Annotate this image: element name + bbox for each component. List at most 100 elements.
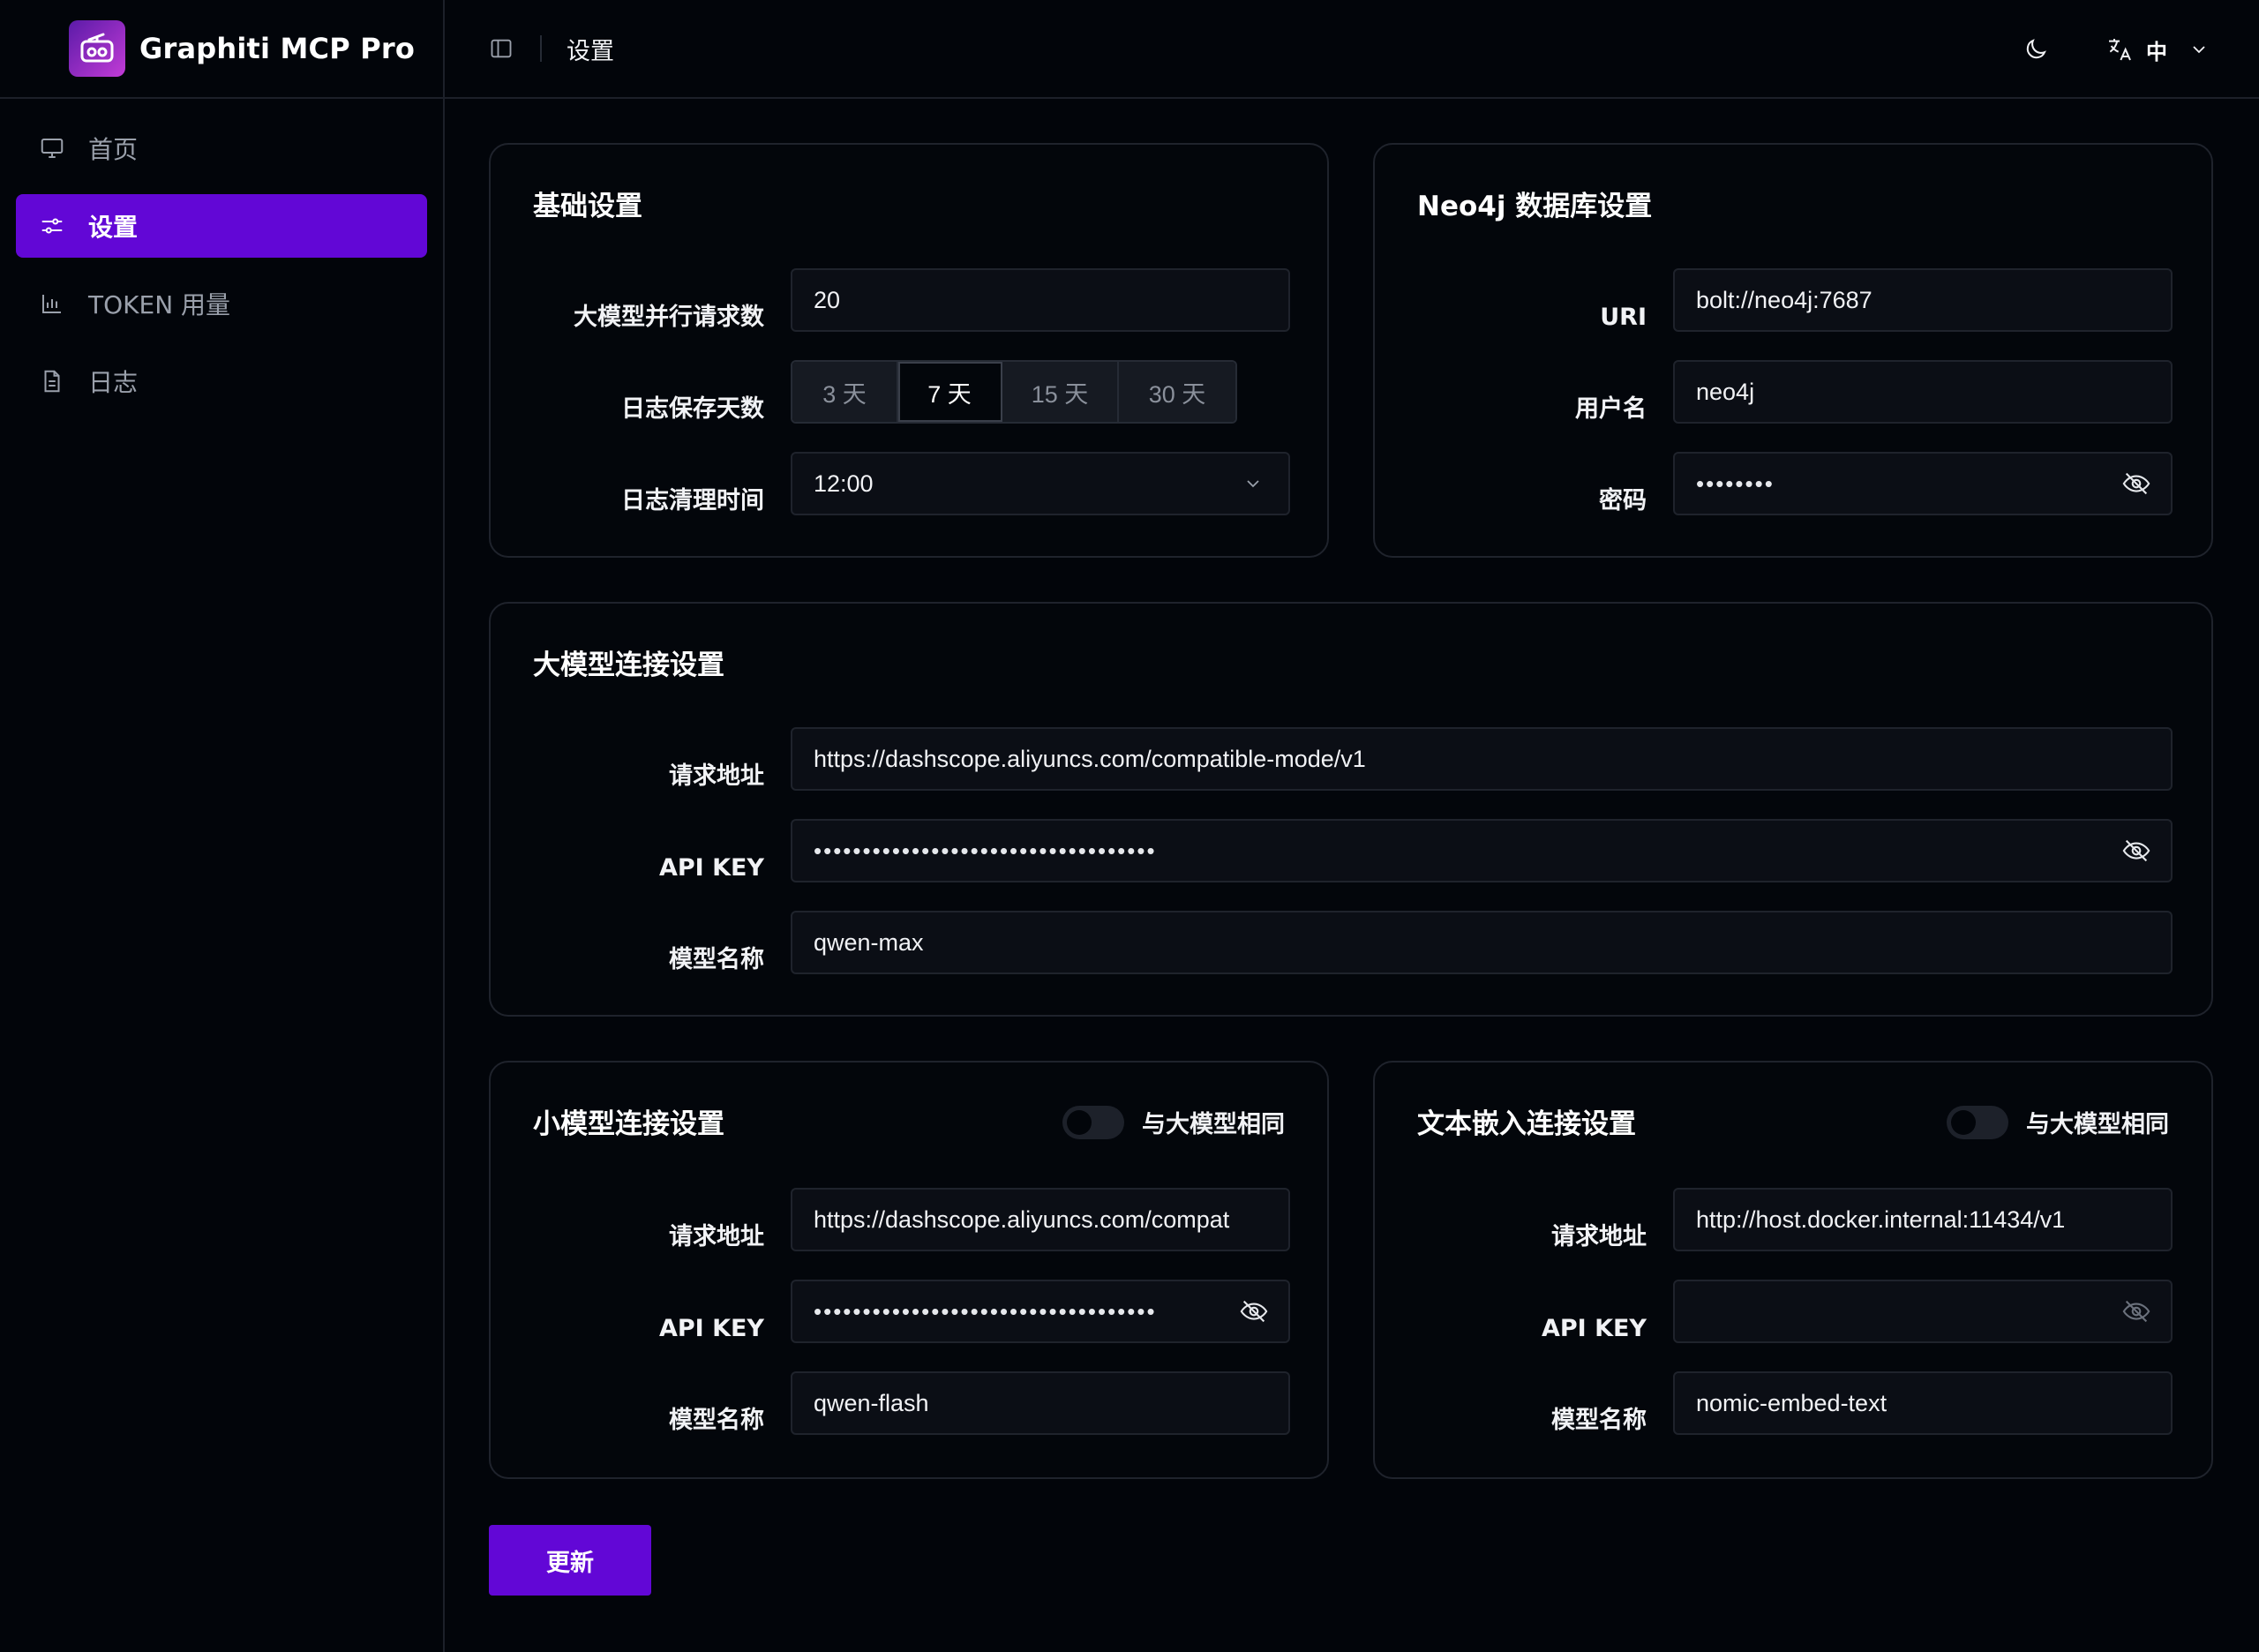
sidebar: Graphiti MCP Pro 首页 设置 TOKEN 用量 日志: [0, 0, 445, 1652]
monitor-icon: [37, 133, 67, 163]
uri-input[interactable]: bolt://neo4j:7687: [1673, 268, 2173, 332]
small-llm-model-value: qwen-flash: [814, 1389, 929, 1416]
llm-url-label: 请求地址: [669, 762, 764, 790]
switch-knob: [1067, 1109, 1092, 1135]
uri-value: bolt://neo4j:7687: [1696, 286, 1872, 313]
sidebar-item-settings[interactable]: 设置: [16, 194, 427, 258]
same-as-llm-switch[interactable]: [1062, 1105, 1124, 1139]
embedding-api-key-label: API KEY: [1541, 1315, 1647, 1342]
sidebar-nav: 首页 设置 TOKEN 用量 日志: [0, 99, 443, 445]
sidebar-item-label: 首页: [88, 135, 139, 164]
llm-model-value: qwen-max: [814, 928, 924, 956]
language-label: 中: [2146, 39, 2167, 64]
moon-icon: [2026, 39, 2046, 59]
llm-api-key-mask: •••••••••••••••••••••••••••••••••••: [814, 837, 1157, 864]
small-llm-api-key-input[interactable]: •••••••••••••••••••••••••••••••••••: [791, 1280, 1290, 1343]
chevron-down-icon: [1247, 480, 1259, 488]
uri-label: URI: [1600, 304, 1647, 331]
embedding-url-value: http://host.docker.internal:11434/v1: [1696, 1205, 2066, 1233]
sidebar-item-logs[interactable]: 日志: [16, 349, 427, 413]
card-title: Neo4j 数据库设置: [1417, 191, 1653, 222]
llm-api-key-label: API KEY: [658, 854, 764, 882]
small-llm-model-input[interactable]: qwen-flash: [791, 1371, 1290, 1435]
bar-chart-icon: [37, 289, 67, 319]
concurrency-value: 20: [814, 286, 841, 313]
llm-url-value: https://dashscope.aliyuncs.com/compatibl…: [814, 745, 1366, 772]
cleanup-time-label: 日志清理时间: [621, 487, 764, 514]
small-llm-url-value: https://dashscope.aliyuncs.com/compat: [814, 1205, 1230, 1233]
embedding-model-value: nomic-embed-text: [1696, 1389, 1888, 1416]
eye-off-icon[interactable]: [2121, 469, 2151, 499]
password-input[interactable]: ••••••••: [1673, 452, 2173, 515]
llm-api-key-input[interactable]: •••••••••••••••••••••••••••••••••••: [791, 819, 2173, 882]
eye-off-icon[interactable]: [2121, 836, 2151, 866]
toggle-sidebar-button[interactable]: [484, 31, 519, 66]
translate-icon: [2109, 39, 2131, 61]
header-actions: 中: [2023, 0, 2210, 99]
theme-toggle-button[interactable]: [2023, 36, 2049, 63]
language-switcher[interactable]: 中: [2105, 34, 2210, 65]
embedding-model-label: 模型名称: [1551, 1407, 1647, 1434]
retention-option-7[interactable]: 7 天: [898, 362, 1002, 422]
cleanup-time-select[interactable]: 12:00: [791, 452, 1290, 515]
top-header: 设置 中: [445, 0, 2259, 99]
llm-model-input[interactable]: qwen-max: [791, 911, 2173, 974]
username-value: neo4j: [1696, 378, 1755, 405]
concurrency-label: 大模型并行请求数: [574, 304, 764, 331]
card-title: 大模型连接设置: [533, 650, 724, 681]
card-title: 文本嵌入连接设置: [1417, 1108, 1636, 1140]
update-button[interactable]: 更新: [489, 1525, 651, 1596]
robot-logo-icon: [69, 20, 125, 77]
neo4j-settings-card: Neo4j 数据库设置 URI bolt://neo4j:7687 用户名 ne…: [1373, 143, 2213, 558]
llm-settings-card: 大模型连接设置 请求地址 https://dashscope.aliyuncs.…: [489, 602, 2213, 1017]
same-as-llm-label: 与大模型相同: [1142, 1111, 1285, 1138]
chevron-down-icon: [2193, 46, 2205, 54]
switch-knob: [1951, 1109, 1976, 1135]
basic-settings-card: 基础设置 大模型并行请求数 20 日志保存天数 3 天 7 天 15 天 30 …: [489, 143, 1329, 558]
sidebar-item-label: TOKEN 用量: [88, 290, 231, 319]
header-divider: [540, 35, 542, 62]
app: Graphiti MCP Pro 首页 设置 TOKEN 用量 日志 设置 中 …: [0, 0, 2259, 1652]
eye-off-icon[interactable]: [1239, 1296, 1269, 1326]
same-as-llm-label: 与大模型相同: [2026, 1111, 2169, 1138]
sidebar-item-token-usage[interactable]: TOKEN 用量: [16, 272, 427, 335]
retention-option-15[interactable]: 15 天: [1002, 362, 1119, 422]
card-title: 小模型连接设置: [533, 1108, 724, 1140]
retention-option-30[interactable]: 30 天: [1119, 362, 1235, 422]
sliders-icon: [37, 211, 67, 241]
same-as-llm-switch[interactable]: [1947, 1105, 2008, 1139]
llm-model-label: 模型名称: [669, 946, 764, 973]
embedding-model-input[interactable]: nomic-embed-text: [1673, 1371, 2173, 1435]
small-llm-url-input[interactable]: https://dashscope.aliyuncs.com/compat: [791, 1188, 1290, 1251]
password-label: 密码: [1599, 487, 1647, 514]
same-as-llm-toggle-group: 与大模型相同: [1947, 1105, 2169, 1139]
username-input[interactable]: neo4j: [1673, 360, 2173, 424]
embedding-url-label: 请求地址: [1551, 1223, 1647, 1250]
username-label: 用户名: [1575, 395, 1647, 423]
embedding-api-key-input[interactable]: [1673, 1280, 2173, 1343]
cleanup-time-value: 12:00: [814, 469, 874, 497]
concurrency-input[interactable]: 20: [791, 268, 1290, 332]
card-title: 基础设置: [533, 191, 642, 222]
retention-segmented-control: 3 天 7 天 15 天 30 天: [791, 360, 1237, 424]
same-as-llm-toggle-group: 与大模型相同: [1062, 1105, 1285, 1139]
document-icon: [37, 366, 67, 396]
sidebar-item-label: 日志: [88, 368, 139, 397]
brand: Graphiti MCP Pro: [0, 0, 443, 99]
small-llm-settings-card: 小模型连接设置 与大模型相同 请求地址 https://dashscope.al…: [489, 1061, 1329, 1479]
small-llm-model-label: 模型名称: [669, 1407, 764, 1434]
sidebar-item-home[interactable]: 首页: [16, 116, 427, 180]
page-title: 设置: [567, 37, 614, 65]
embedding-settings-card: 文本嵌入连接设置 与大模型相同 请求地址 http://host.docker.…: [1373, 1061, 2213, 1479]
embedding-url-input[interactable]: http://host.docker.internal:11434/v1: [1673, 1188, 2173, 1251]
sidebar-item-label: 设置: [88, 213, 139, 242]
main-content: 基础设置 大模型并行请求数 20 日志保存天数 3 天 7 天 15 天 30 …: [445, 99, 2259, 1652]
retention-option-3[interactable]: 3 天: [792, 362, 898, 422]
eye-off-icon[interactable]: [2121, 1296, 2151, 1326]
sidebar-panel-icon: [491, 39, 512, 58]
small-llm-url-label: 请求地址: [669, 1223, 764, 1250]
small-llm-api-key-label: API KEY: [658, 1315, 764, 1342]
retention-label: 日志保存天数: [621, 395, 764, 423]
brand-name: Graphiti MCP Pro: [139, 32, 416, 65]
llm-url-input[interactable]: https://dashscope.aliyuncs.com/compatibl…: [791, 727, 2173, 791]
